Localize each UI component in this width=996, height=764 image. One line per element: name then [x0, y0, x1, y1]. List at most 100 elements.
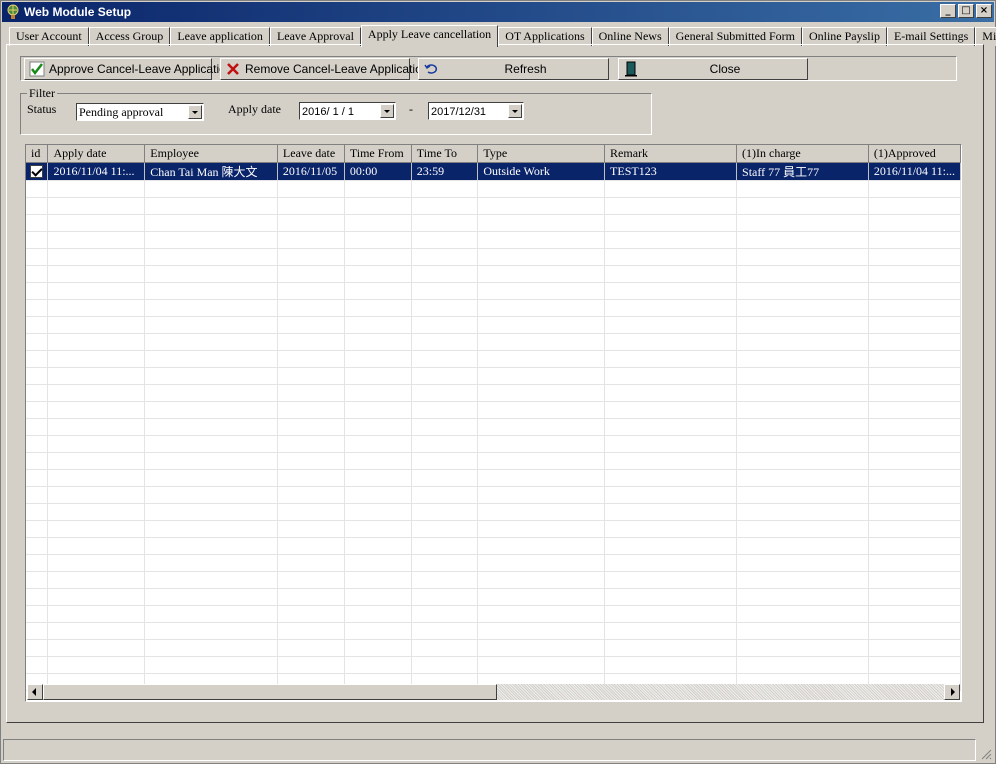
empty-cell [604, 656, 738, 674]
tab-apply-leave-cancellation[interactable]: Apply Leave cancellation [360, 25, 499, 47]
cell-leave-date: 2016/11/05 [277, 162, 345, 181]
empty-cell [344, 469, 412, 487]
remove-cancel-leave-button[interactable]: Remove Cancel-Leave Application [220, 58, 428, 80]
col-header-in-charge[interactable]: (1)In charge [736, 145, 869, 163]
empty-cell [604, 265, 738, 283]
close-window-button[interactable]: × [976, 4, 992, 18]
scroll-left-icon[interactable] [27, 684, 43, 700]
empty-cell [144, 350, 278, 368]
empty-cell [736, 469, 869, 487]
refresh-button[interactable]: Refresh [418, 58, 609, 80]
empty-cell [736, 197, 869, 215]
empty-cell [868, 350, 961, 368]
scrollbar-thumb[interactable] [43, 684, 497, 700]
empty-cell [344, 656, 412, 674]
close-label: Close [709, 62, 741, 76]
empty-cell [868, 299, 961, 317]
col-header-leave-date[interactable]: Leave date [277, 145, 345, 163]
empty-cell [144, 520, 278, 538]
empty-cell [477, 299, 606, 317]
empty-row [26, 180, 961, 198]
table-row[interactable]: 2016/11/04 11:... Chan Tai Man 陳大文 2016/… [26, 162, 961, 181]
empty-cell [868, 605, 961, 623]
empty-cell [868, 622, 961, 640]
empty-cell [736, 435, 869, 453]
empty-cell [477, 605, 606, 623]
col-header-id[interactable]: id [26, 145, 49, 163]
empty-cell [411, 537, 479, 555]
maximize-button[interactable]: □ [958, 4, 974, 18]
empty-cell [47, 469, 146, 487]
empty-cell [736, 231, 869, 249]
col-header-approved[interactable]: (1)Approved [868, 145, 961, 163]
empty-cell [411, 299, 479, 317]
empty-cell [736, 554, 869, 572]
empty-cell [604, 622, 738, 640]
chevron-down-icon[interactable] [380, 104, 394, 118]
resize-grip-icon[interactable] [980, 748, 992, 760]
empty-cell [277, 316, 345, 334]
empty-cell [477, 656, 606, 674]
empty-cell [144, 197, 278, 215]
empty-cell [604, 367, 738, 385]
empty-cell [26, 248, 49, 266]
date-separator: - [409, 102, 413, 116]
horizontal-scrollbar[interactable] [27, 684, 960, 700]
empty-cell [868, 588, 961, 606]
empty-row [26, 639, 961, 657]
empty-cell [868, 384, 961, 402]
empty-cell [411, 554, 479, 572]
empty-cell [736, 299, 869, 317]
empty-cell [47, 418, 146, 436]
col-header-apply-date[interactable]: Apply date [47, 145, 146, 163]
empty-cell [344, 588, 412, 606]
empty-cell [277, 452, 345, 470]
cell-employee: Chan Tai Man 陳大文 [144, 162, 278, 181]
empty-cell [411, 639, 479, 657]
empty-cell [26, 180, 49, 198]
col-header-time-to[interactable]: Time To [411, 145, 479, 163]
date-from-picker[interactable]: 2016/ 1 / 1 [299, 102, 396, 120]
empty-cell [411, 605, 479, 623]
empty-cell [477, 503, 606, 521]
empty-cell [477, 214, 606, 232]
empty-cell [344, 316, 412, 334]
empty-cell [344, 520, 412, 538]
empty-cell [604, 350, 738, 368]
empty-cell [144, 333, 278, 351]
close-button[interactable]: Close [618, 58, 808, 80]
empty-cell [144, 282, 278, 300]
window-title: Web Module Setup [24, 5, 132, 19]
empty-cell [344, 350, 412, 368]
data-grid[interactable]: id Apply date Employee Leave date Time F… [25, 144, 962, 702]
empty-row [26, 554, 961, 572]
empty-cell [47, 214, 146, 232]
col-header-remark[interactable]: Remark [604, 145, 738, 163]
empty-cell [477, 486, 606, 504]
empty-cell [411, 469, 479, 487]
empty-cell [47, 316, 146, 334]
minimize-button[interactable]: _ [940, 4, 956, 18]
chevron-down-icon[interactable] [188, 105, 202, 119]
empty-row [26, 520, 961, 538]
empty-cell [477, 316, 606, 334]
empty-row [26, 265, 961, 283]
row-checkbox-cell[interactable] [26, 162, 49, 181]
empty-cell [277, 231, 345, 249]
empty-cell [477, 452, 606, 470]
date-to-picker[interactable]: 2017/12/31 [428, 102, 524, 120]
col-header-type[interactable]: Type [477, 145, 606, 163]
empty-cell [26, 231, 49, 249]
col-header-employee[interactable]: Employee [144, 145, 278, 163]
empty-cell [411, 435, 479, 453]
status-dropdown[interactable]: Pending approval [76, 103, 204, 121]
col-header-time-from[interactable]: Time From [344, 145, 412, 163]
empty-cell [477, 367, 606, 385]
checkbox-checked-icon[interactable] [30, 165, 44, 179]
empty-cell [868, 554, 961, 572]
empty-cell [868, 401, 961, 419]
empty-cell [144, 503, 278, 521]
chevron-down-icon[interactable] [508, 104, 522, 118]
scroll-right-icon[interactable] [944, 684, 960, 700]
approve-cancel-leave-button[interactable]: Approve Cancel-Leave Application [24, 58, 232, 80]
